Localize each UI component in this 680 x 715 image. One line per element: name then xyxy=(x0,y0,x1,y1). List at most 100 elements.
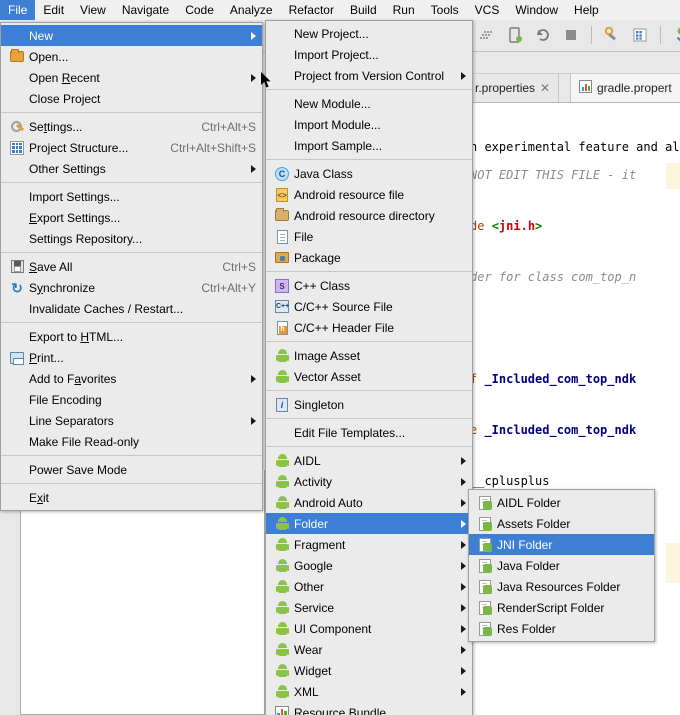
menu-item-edit-file-templates[interactable]: Edit File Templates... xyxy=(266,422,472,443)
menu-item-power-save-mode[interactable]: Power Save Mode xyxy=(1,459,262,480)
menu-item-java-class[interactable]: C Java Class xyxy=(266,163,472,184)
menu-item-import-project[interactable]: Import Project... xyxy=(266,44,472,65)
menu-item-exit[interactable]: Exit xyxy=(1,487,262,508)
folder-submenu[interactable]: AIDL Folder Assets Folder JNI Folder Jav… xyxy=(468,489,655,642)
menu-item-resource-bundle[interactable]: Resource Bundle xyxy=(266,702,472,715)
new-submenu[interactable]: New Project... Import Project... Project… xyxy=(265,20,473,715)
menu-item-settings-repository[interactable]: Settings Repository... xyxy=(1,228,262,249)
menu-item-label: New Module... xyxy=(294,96,371,111)
close-icon[interactable]: ✕ xyxy=(540,81,550,95)
stop-icon[interactable] xyxy=(560,24,582,46)
menubar-item-view[interactable]: View xyxy=(72,0,114,20)
project-structure-icon xyxy=(7,140,27,156)
menu-item-wear[interactable]: Wear xyxy=(266,639,472,660)
file-icon xyxy=(272,229,292,245)
menu-item-android-resource-file[interactable]: <> Android resource file xyxy=(266,184,472,205)
menu-item-android-auto[interactable]: Android Auto xyxy=(266,492,472,513)
chevron-right-icon xyxy=(251,73,256,82)
menu-item-c-source-file[interactable]: C++ C/C++ Source File xyxy=(266,296,472,317)
menu-item-fragment[interactable]: Fragment xyxy=(266,534,472,555)
menu-item-ui-component[interactable]: UI Component xyxy=(266,618,472,639)
menu-item-other[interactable]: Other xyxy=(266,576,472,597)
menu-item-renderscript-folder[interactable]: RenderScript Folder xyxy=(469,597,654,618)
update-project-icon[interactable] xyxy=(670,24,680,46)
menu-item-xml[interactable]: XML xyxy=(266,681,472,702)
menu-item-other-settings[interactable]: Other Settings xyxy=(1,158,262,179)
menu-item-import-settings[interactable]: Import Settings... xyxy=(1,186,262,207)
menu-item-export-to-html[interactable]: Export to HTML... xyxy=(1,326,262,347)
menu-item-label: Synchronize xyxy=(29,280,96,295)
menubar-item-file[interactable]: File xyxy=(0,0,36,20)
menu-item-service[interactable]: Service xyxy=(266,597,472,618)
menu-item-aidl-folder[interactable]: AIDL Folder xyxy=(469,492,654,513)
menubar-item-analyze[interactable]: Analyze xyxy=(222,0,281,20)
menu-item-invalidate-caches[interactable]: Invalidate Caches / Restart... xyxy=(1,298,262,319)
menubar-item-build[interactable]: Build xyxy=(342,0,385,20)
chevron-right-icon xyxy=(461,519,466,528)
menu-item-file[interactable]: File xyxy=(266,226,472,247)
menubar-item-run[interactable]: Run xyxy=(385,0,423,20)
wrench-icon xyxy=(7,119,27,135)
no-icon xyxy=(7,189,27,205)
menu-item-folder[interactable]: Folder xyxy=(266,513,472,534)
menubar-item-help[interactable]: Help xyxy=(566,0,607,20)
menu-item-vector-asset[interactable]: Vector Asset xyxy=(266,366,472,387)
sdk-manager-icon[interactable] xyxy=(601,24,623,46)
menu-item-aidl[interactable]: AIDL xyxy=(266,450,472,471)
menu-item-add-to-favorites[interactable]: Add to Favorites xyxy=(1,368,262,389)
file-menu[interactable]: New Open... Open Recent Close Project Se… xyxy=(0,22,263,511)
menubar-item-edit[interactable]: Edit xyxy=(35,0,72,20)
menu-item-image-asset[interactable]: Image Asset xyxy=(266,345,472,366)
menu-item-widget[interactable]: Widget xyxy=(266,660,472,681)
menu-item-export-settings[interactable]: Export Settings... xyxy=(1,207,262,228)
editor-tab-gradle-properties[interactable]: gradle.propert xyxy=(570,74,680,102)
menubar-item-tools[interactable]: Tools xyxy=(423,0,467,20)
menu-item-label: C++ Class xyxy=(294,278,351,293)
menubar-item-window[interactable]: Window xyxy=(507,0,566,20)
avd-manager-icon[interactable] xyxy=(504,24,526,46)
menu-item-settings[interactable]: Settings... Ctrl+Alt+S xyxy=(1,116,262,137)
menu-item-res-folder[interactable]: Res Folder xyxy=(469,618,654,639)
menu-item-assets-folder[interactable]: Assets Folder xyxy=(469,513,654,534)
menubar-label: Help xyxy=(574,3,599,17)
menu-item-singleton[interactable]: i Singleton xyxy=(266,394,472,415)
menu-item-java-resources-folder[interactable]: Java Resources Folder xyxy=(469,576,654,597)
menu-item-open-recent[interactable]: Open Recent xyxy=(1,67,262,88)
project-structure-icon[interactable] xyxy=(629,24,651,46)
menu-item-new-project[interactable]: New Project... xyxy=(266,23,472,44)
menu-item-line-separators[interactable]: Line Separators xyxy=(1,410,262,431)
menubar-label: Window xyxy=(515,3,559,17)
menubar-item-navigate[interactable]: Navigate xyxy=(114,0,177,20)
gradle-sync-icon[interactable] xyxy=(476,24,498,46)
menu-item-new[interactable]: New xyxy=(1,25,262,46)
menu-item-open[interactable]: Open... xyxy=(1,46,262,67)
menu-item-activity[interactable]: Activity xyxy=(266,471,472,492)
menu-item-project-from-version-control[interactable]: Project from Version Control xyxy=(266,65,472,86)
menu-item-android-resource-directory[interactable]: Android resource directory xyxy=(266,205,472,226)
menu-item-file-encoding[interactable]: File Encoding xyxy=(1,389,262,410)
menu-item-package[interactable]: Package xyxy=(266,247,472,268)
menu-item-c-header-file[interactable]: C/C++ Header File xyxy=(266,317,472,338)
menu-item-java-folder[interactable]: Java Folder xyxy=(469,555,654,576)
menu-item-synchronize[interactable]: ↻ Synchronize Ctrl+Alt+Y xyxy=(1,277,262,298)
menubar-item-code[interactable]: Code xyxy=(177,0,222,20)
menubar-item-vcs[interactable]: VCS xyxy=(467,0,508,20)
menubar-item-refactor[interactable]: Refactor xyxy=(281,0,342,20)
menu-item-make-file-read-only[interactable]: Make File Read-only xyxy=(1,431,262,452)
menu-item-print[interactable]: Print... xyxy=(1,347,262,368)
menu-item-import-module[interactable]: Import Module... xyxy=(266,114,472,135)
menu-item-jni-folder[interactable]: JNI Folder xyxy=(469,534,654,555)
editor-tab-properties[interactable]: r.properties ✕ xyxy=(466,74,560,102)
rerun-icon[interactable] xyxy=(532,24,554,46)
menu-item-google[interactable]: Google xyxy=(266,555,472,576)
no-icon xyxy=(272,26,292,42)
menu-separator xyxy=(266,418,472,419)
no-icon xyxy=(272,47,292,63)
menu-item-save-all[interactable]: Save All Ctrl+S xyxy=(1,256,262,277)
menu-item-import-sample[interactable]: Import Sample... xyxy=(266,135,472,156)
menu-item-project-structure[interactable]: Project Structure... Ctrl+Alt+Shift+S xyxy=(1,137,262,158)
menu-item-cpp-class[interactable]: S C++ Class xyxy=(266,275,472,296)
no-icon xyxy=(7,28,27,44)
menu-item-close-project[interactable]: Close Project xyxy=(1,88,262,109)
menu-item-new-module[interactable]: New Module... xyxy=(266,93,472,114)
